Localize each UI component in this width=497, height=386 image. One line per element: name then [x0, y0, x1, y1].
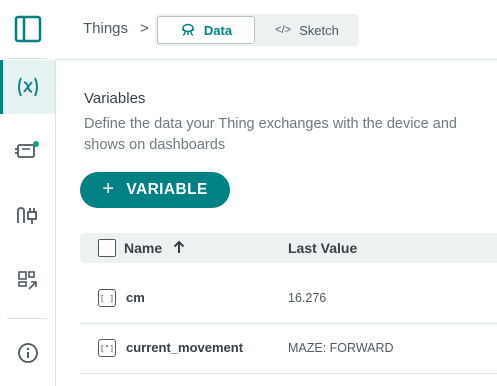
data-icon — [182, 23, 194, 36]
sidebar-item-variables[interactable] — [0, 60, 55, 114]
sidebar-item-device[interactable] — [0, 124, 55, 178]
table-row[interactable]: [ ] cm 16.276 — [80, 273, 497, 324]
sidebar-item-dashboards[interactable] — [0, 254, 55, 308]
variable-icon — [17, 77, 38, 97]
plus-icon: + — [102, 178, 115, 200]
sidebar-divider — [7, 58, 47, 59]
select-all-checkbox[interactable] — [98, 239, 116, 257]
variable-last-value: MAZE: FORWARD — [288, 341, 394, 355]
toggle-sidebar-button[interactable] — [0, 2, 55, 56]
string-type-icon: ["] — [98, 339, 116, 357]
tab-data-label: Data — [203, 22, 233, 38]
info-icon — [17, 343, 38, 363]
add-variable-button[interactable]: + VARIABLE — [80, 172, 230, 208]
sidebar-divider — [7, 318, 47, 319]
add-variable-label: VARIABLE — [126, 181, 208, 198]
breadcrumb-separator: > — [140, 20, 149, 37]
variables-description: Define the data your Thing exchanges wit… — [84, 116, 457, 153]
tab-sketch-label: Sketch — [299, 22, 339, 38]
code-icon: </> — [275, 24, 292, 36]
variables-table-header: Name Last Value — [80, 233, 497, 263]
variable-name: cm — [126, 290, 145, 305]
variables-title: Variables — [84, 90, 146, 107]
view-tabs: Data </> Sketch — [155, 14, 359, 46]
column-name-header[interactable]: Name — [124, 240, 162, 256]
sort-ascending-icon[interactable] — [173, 240, 185, 254]
device-icon — [14, 141, 39, 158]
variable-name: current_movement — [126, 340, 244, 355]
tab-data[interactable]: Data — [157, 16, 255, 44]
dashboard-link-icon — [17, 271, 37, 290]
column-last-value-header: Last Value — [288, 240, 358, 256]
variable-last-value: 16.276 — [288, 291, 327, 305]
network-icon — [16, 207, 37, 224]
sidebar — [0, 0, 56, 386]
number-type-icon: [ ] — [98, 289, 116, 307]
sidebar-item-info[interactable] — [0, 326, 55, 380]
table-row[interactable]: ["] current_movement MAZE: FORWARD — [80, 323, 497, 374]
panel-toggle-icon — [14, 15, 41, 43]
breadcrumb-things[interactable]: Things — [83, 20, 128, 37]
top-bar: Things > Data </> Sketch — [55, 0, 497, 60]
tab-sketch[interactable]: </> Sketch — [259, 16, 355, 44]
sidebar-item-network[interactable] — [0, 188, 55, 242]
